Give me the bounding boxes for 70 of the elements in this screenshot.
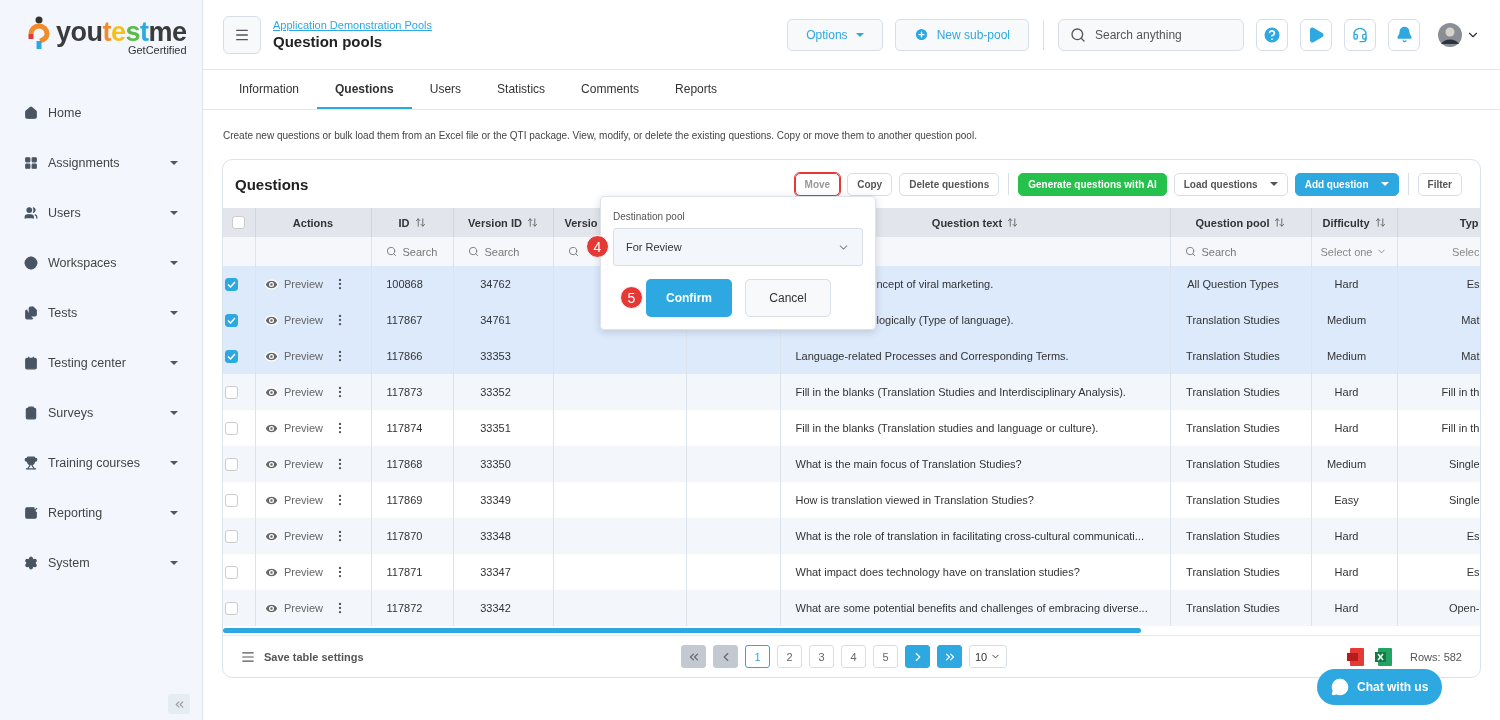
card-title: Questions [235, 175, 310, 193]
table-cell: 33348 [480, 530, 511, 542]
column-header: Versio [564, 216, 598, 229]
table-cell: Translation Studies [1186, 602, 1280, 614]
table-cell: All Question Types [1187, 278, 1279, 290]
table-cell: 33342 [480, 602, 511, 614]
table-cell: Hard [1334, 602, 1359, 614]
table-cell: Es [1466, 530, 1479, 542]
table-cell: What is the role of translation in facilitating cross-cultural communicati... [795, 530, 1144, 542]
table-cell: Es [1466, 566, 1479, 578]
table-cell: Single [1448, 458, 1479, 470]
table-cell: Translation Studies [1186, 422, 1280, 434]
table-cell: 117868 [386, 458, 423, 470]
table-cell: What is the main focus of Translation Studies? [795, 458, 1022, 470]
table-cell: Es [1466, 278, 1479, 290]
table-cell: 33353 [480, 350, 511, 362]
table-cell: Mat [1461, 314, 1479, 326]
table-cell: 117866 [386, 350, 423, 362]
table-cell: 34761 [480, 314, 511, 326]
table-cell: Hard [1334, 422, 1359, 434]
table-cell: Hard [1334, 278, 1359, 290]
table-cell: Medium [1326, 314, 1367, 326]
table-cell: Fill in th [1441, 386, 1479, 398]
table-cell: 117867 [386, 314, 423, 326]
table-cell: 100868 [386, 278, 423, 290]
rows-count: Rows: 582 [1410, 650, 1462, 663]
table-cell: 117872 [386, 602, 423, 614]
column-header: Typ [1459, 216, 1479, 229]
table-cell: 34762 [480, 278, 511, 290]
table-cell: 117870 [386, 530, 423, 542]
table-cell: Fill in th [1441, 422, 1479, 434]
field-label: Destination pool [613, 211, 686, 222]
table-cell: Translation Studies [1186, 350, 1280, 362]
table-cell: 117873 [386, 386, 423, 398]
page-title: Question pools [273, 33, 384, 50]
table-cell: Fill in the blanks (Translation Studies and Interdisciplinary Analysis). [795, 386, 1126, 398]
table-cell: Fill in the blanks (Translation studies and language or culture). [795, 422, 1099, 434]
table-cell: 33350 [480, 458, 511, 470]
table-cell: 117874 [386, 422, 423, 434]
table-cell: Translation Studies [1186, 566, 1280, 578]
logo-tagline: GetCertified [127, 44, 187, 56]
table-cell: Mat [1461, 350, 1479, 362]
table-cell: Hard [1334, 530, 1359, 542]
table-cell: What are some potential benefits and challenges of embracing diverse... [795, 602, 1148, 614]
table-cell: Translation Studies [1186, 314, 1280, 326]
table-cell: Language-related Processes and Corresponding Terms. [795, 350, 1069, 362]
table-cell: What impact does technology have on translation studies? [795, 566, 1080, 578]
column-header: Actions [292, 216, 334, 229]
table-cell: Translation Studies [1186, 458, 1280, 470]
table-cell: 33352 [480, 386, 511, 398]
logo-text: youtestme [56, 16, 187, 47]
table-cell: ncept of viral marketing. [876, 278, 994, 290]
table-cell: logically (Type of language). [876, 314, 1014, 326]
table-cell: Hard [1334, 566, 1359, 578]
table-cell: 117869 [386, 494, 423, 506]
table-cell: 33347 [480, 566, 511, 578]
description-text: Create new questions or bulk load them from an Excel file or the QTI package. View, modify, or delete the existing questions. Copy or move them to another question pool. [223, 130, 978, 141]
table-cell: 33351 [480, 422, 511, 434]
table-cell: Medium [1326, 350, 1367, 362]
table-cell: Medium [1326, 458, 1367, 470]
table-cell: Translation Studies [1186, 386, 1280, 398]
table-cell: 33349 [480, 494, 511, 506]
table-cell: Easy [1334, 494, 1359, 506]
table-cell: Open- [1448, 602, 1479, 614]
table-cell: Translation Studies [1186, 494, 1280, 506]
table-cell: How is translation viewed in Translation Studies? [795, 494, 1034, 506]
table-cell: 117871 [386, 566, 423, 578]
table-cell: Hard [1334, 386, 1359, 398]
table-cell: Translation Studies [1186, 530, 1280, 542]
table-cell: Single [1448, 494, 1479, 506]
